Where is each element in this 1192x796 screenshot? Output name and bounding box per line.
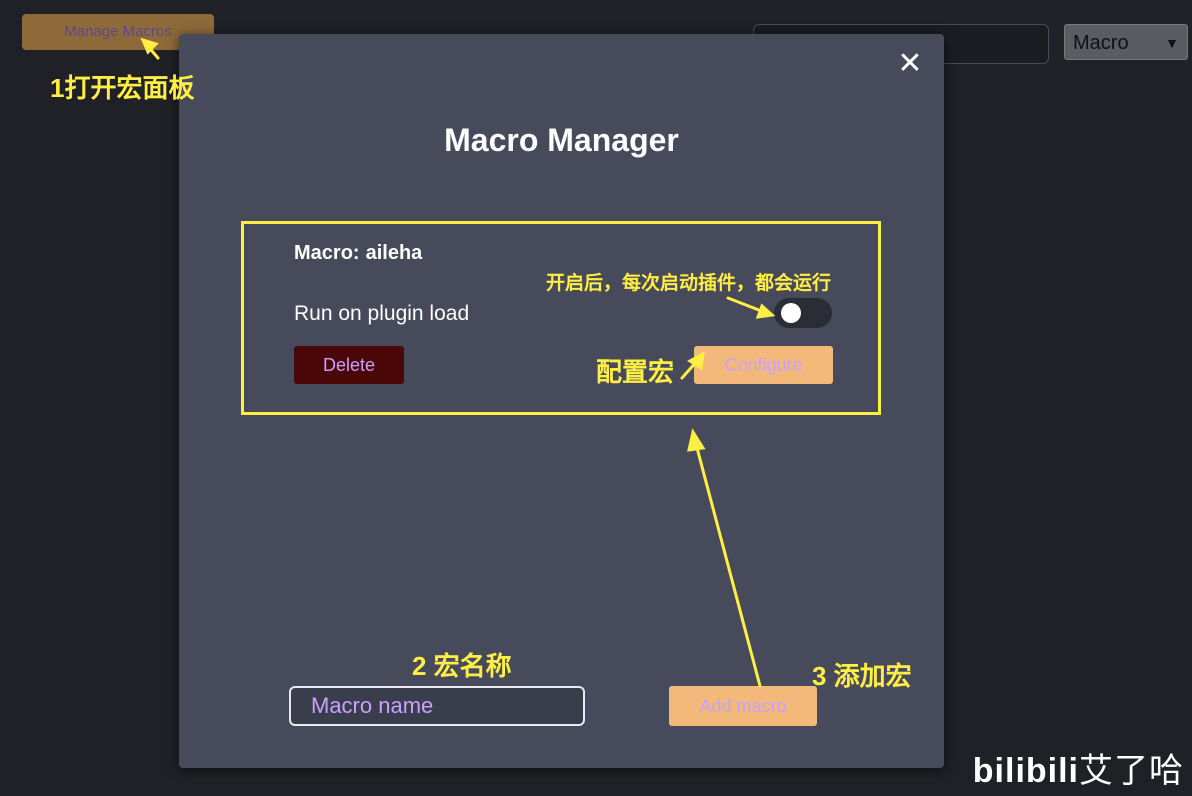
annotation-toggle-note: 开启后，每次启动插件，都会运行 <box>546 273 832 294</box>
configure-button[interactable]: Configure <box>694 346 833 384</box>
macro-select-value: Macro <box>1073 32 1129 54</box>
macro-name-prefix: Macro: <box>294 242 360 264</box>
bilibili-logo: bilibili <box>972 752 1079 790</box>
close-button[interactable]: ✕ <box>892 46 928 82</box>
run-on-load-label: Run on plugin load <box>294 302 470 325</box>
watermark: bilibili艾了哈 <box>973 743 1184 792</box>
annotation-step2: 2 宏名称 <box>412 651 512 681</box>
macro-select[interactable]: Macro ▼ <box>1064 24 1188 60</box>
annotation-step3: 3 添加宏 <box>812 661 912 691</box>
chevron-down-icon: ▼ <box>1165 35 1179 51</box>
add-macro-button[interactable]: Add macro <box>669 686 817 726</box>
macro-name-input[interactable]: Macro name <box>289 686 585 726</box>
macro-name: aileha <box>365 242 423 264</box>
toggle-knob <box>781 303 801 323</box>
run-on-load-toggle[interactable] <box>774 298 832 328</box>
watermark-author: 艾了哈 <box>1079 752 1184 790</box>
delete-button[interactable]: Delete <box>294 346 404 384</box>
annotation-step1: 1打开宏面板 <box>50 73 195 103</box>
macro-card: Macro: aileha Run on plugin load Delete C… <box>241 221 881 415</box>
annotation-configure: 配置宏 <box>596 357 675 387</box>
macro-name-heading: Macro: aileha <box>294 242 422 265</box>
close-icon: ✕ <box>897 47 923 80</box>
modal-title: Macro Manager <box>444 122 679 158</box>
